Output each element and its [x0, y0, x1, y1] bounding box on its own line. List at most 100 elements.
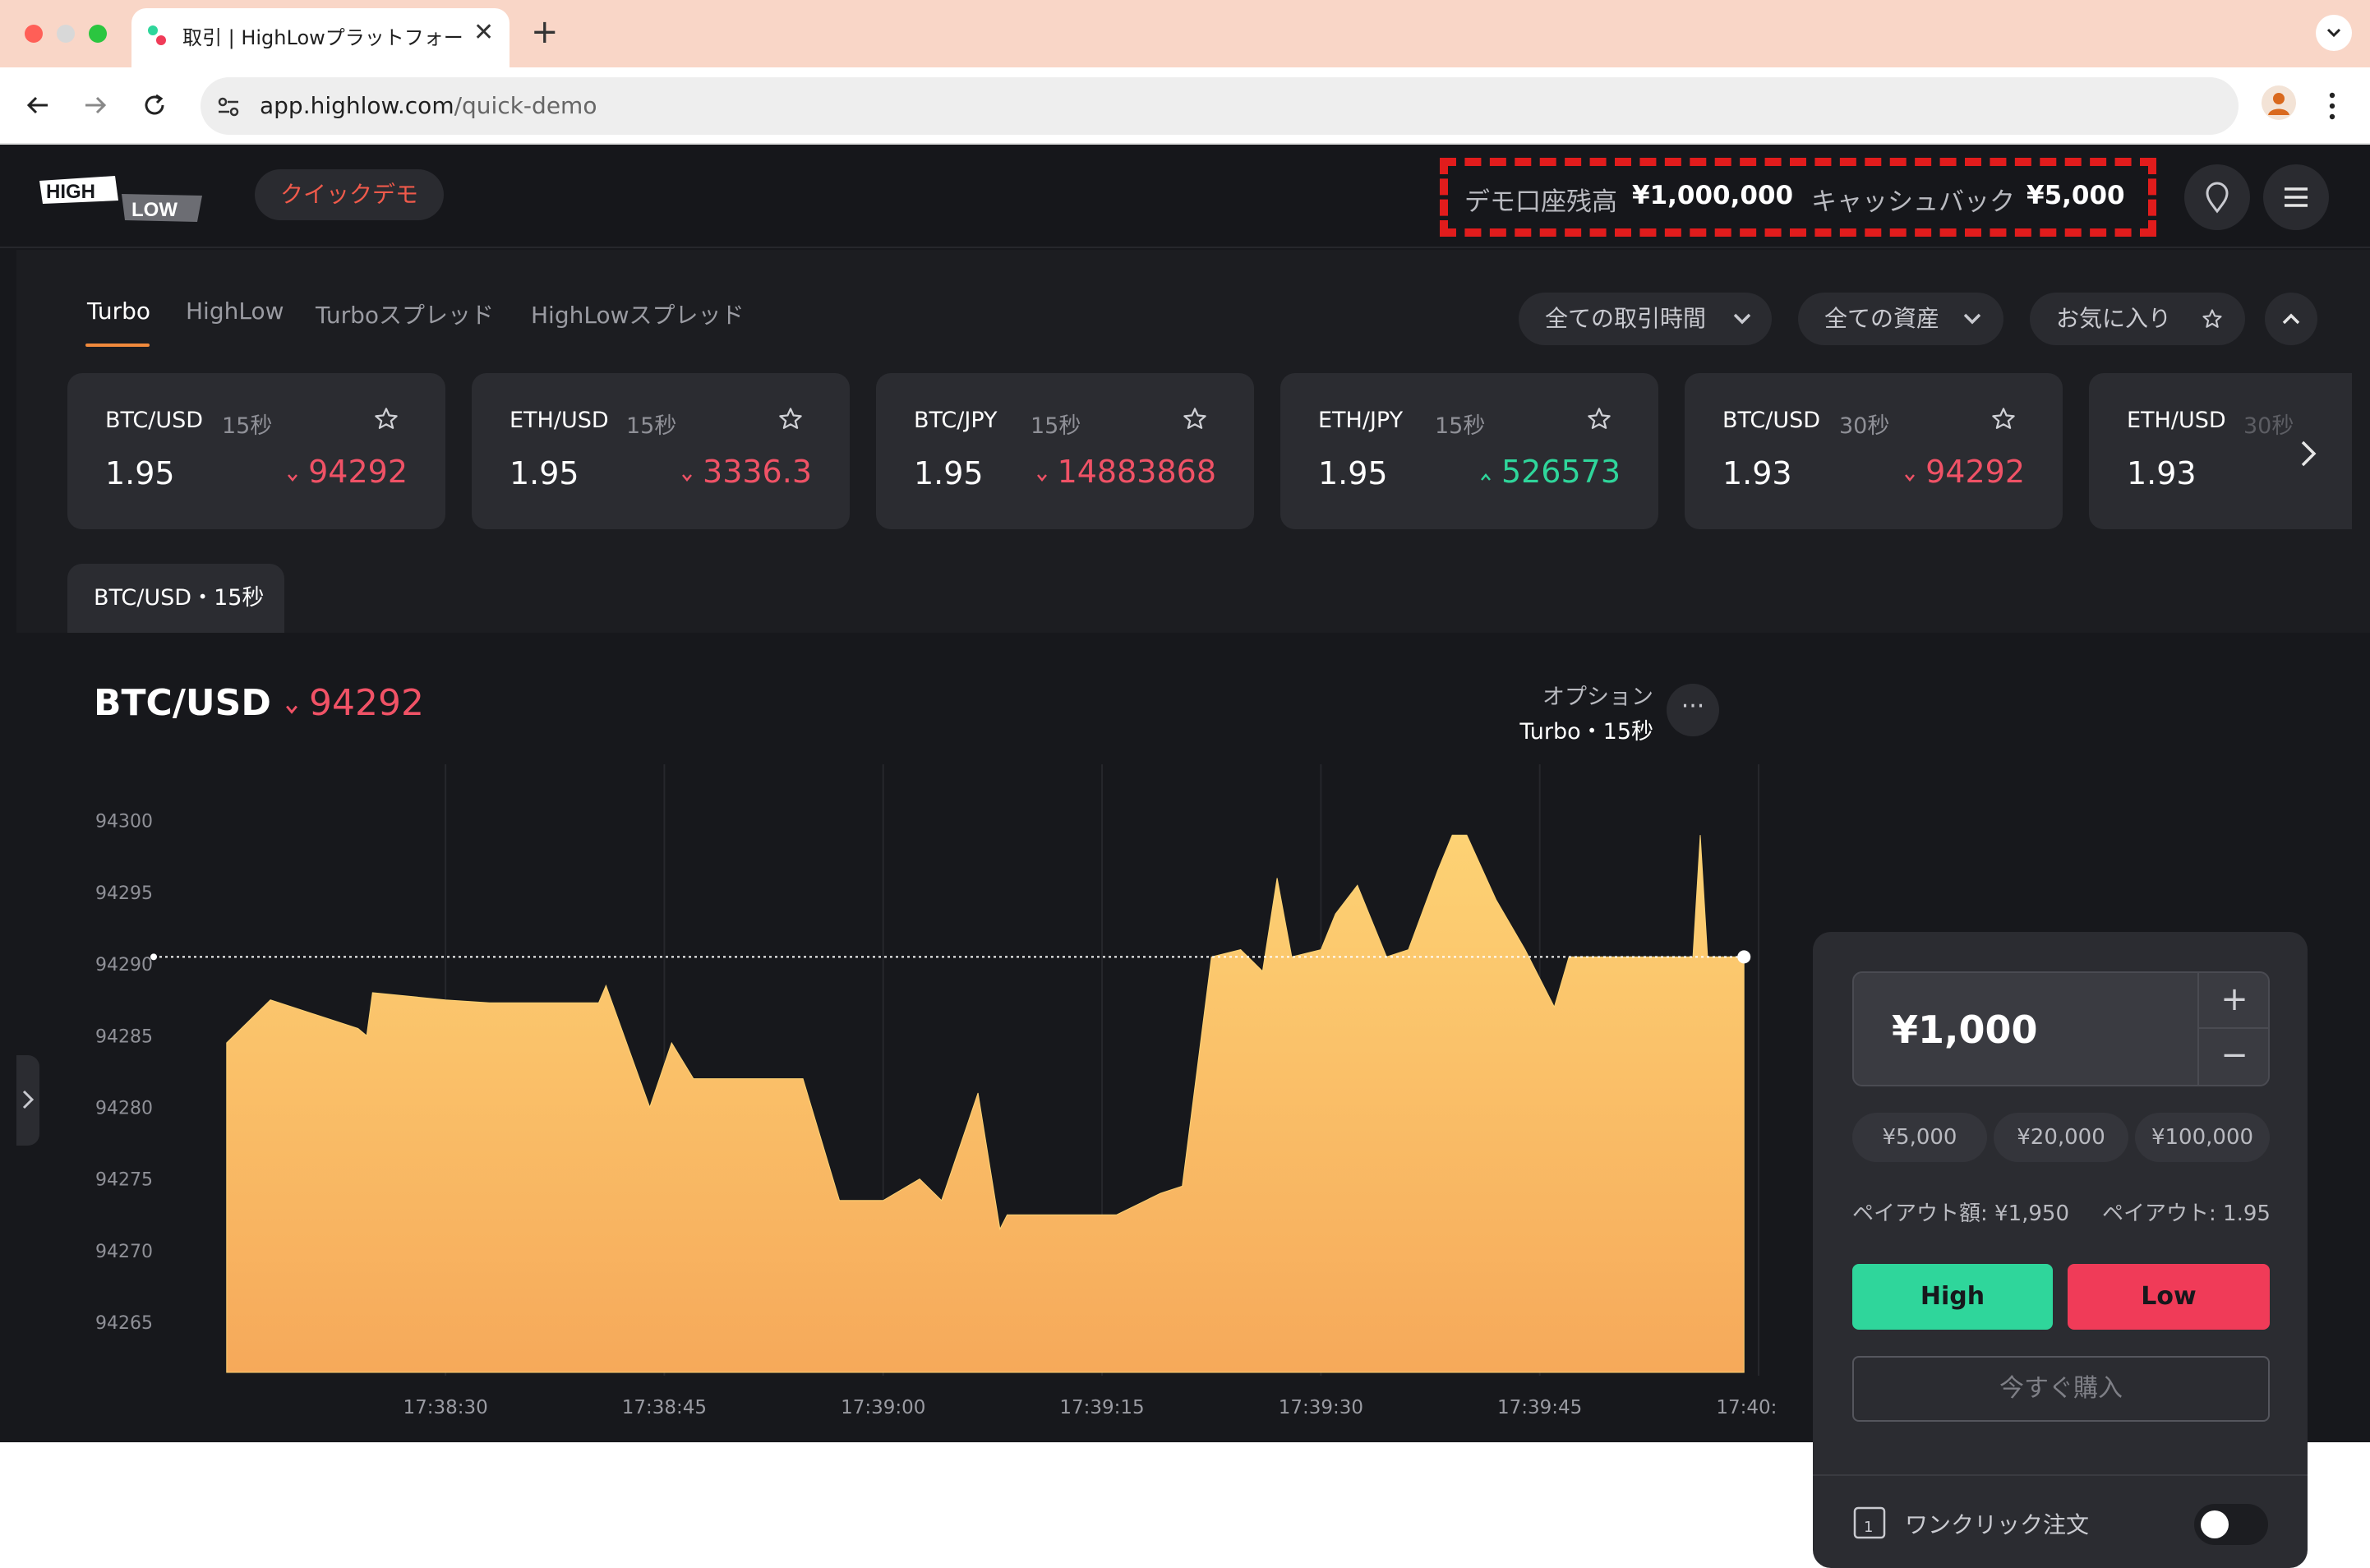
favorites-filter-label: お気に入り [2056, 305, 2172, 332]
payout-amount: ペイアウト額: ¥1,950 [1852, 1201, 2069, 1226]
y-axis-labels: 94300 94295 94290 94285 94280 94275 94270 94265 [95, 812, 153, 1334]
browser-toolbar: app.highlow.com/quick-demo [0, 67, 2370, 145]
profile-avatar[interactable] [2262, 85, 2296, 120]
amount-increase-button[interactable]: + [2197, 973, 2270, 1029]
forward-arrow-icon[interactable] [79, 89, 112, 122]
asset-card[interactable]: BTC/USD 30秒 1.93 94292 [1685, 373, 2063, 529]
trading-main: Turbo HighLow Turboスプレッド HighLowスプレッド 全て… [16, 250, 2370, 1568]
trade-time-filter[interactable]: 全ての取引時間 [1519, 293, 1772, 345]
price-down-arrow-icon [681, 454, 693, 490]
asset-name: BTC/USD [105, 408, 204, 433]
toggle-knob [2201, 1510, 2229, 1538]
highlow-app: HIGH LOW クイックデモ デモ口座残高 ¥1,000,000 キャッシュバ… [0, 145, 2370, 1568]
price-chart[interactable]: 94300 94295 94290 94285 94280 94275 94270 94265… [16, 764, 1775, 1438]
window-minimize-button[interactable] [57, 25, 75, 43]
asset-duration: 15秒 [222, 413, 273, 439]
more-options-button[interactable]: ··· [1667, 684, 1719, 736]
asset-name: BTC/JPY [914, 408, 998, 433]
reload-icon[interactable] [138, 89, 171, 122]
low-button[interactable]: Low [2068, 1264, 2270, 1330]
assets-filter[interactable]: 全ての資産 [1798, 293, 2003, 345]
chart-current-price-value: 94292 [309, 682, 424, 724]
asset-name: ETH/JPY [1318, 408, 1404, 433]
favorite-star-icon[interactable] [1584, 404, 1614, 434]
asset-card[interactable]: ETH/JPY 15秒 1.95 526573 [1280, 373, 1658, 529]
asset-price-value: 94292 [308, 454, 408, 490]
chevron-right-icon [22, 1090, 35, 1109]
asset-card[interactable]: BTC/USD 15秒 1.95 94292 [67, 373, 445, 529]
asset-duration: 30秒 [2243, 413, 2294, 439]
price-down-arrow-icon [286, 705, 297, 714]
url-text: app.highlow.com/quick-demo [260, 92, 597, 119]
price-down-arrow-icon [1036, 454, 1048, 490]
person-icon [2268, 93, 2289, 115]
location-button[interactable] [2184, 164, 2250, 230]
tab-turbo-spread[interactable]: Turboスプレッド [316, 297, 494, 330]
chevron-down-icon [1733, 313, 1751, 325]
app-header: HIGH LOW クイックデモ デモ口座残高 ¥1,000,000 キャッシュバ… [0, 145, 2370, 248]
hamburger-menu-icon [2285, 187, 2308, 207]
favorite-star-icon[interactable] [1180, 404, 1210, 434]
chevron-down-icon [2326, 28, 2341, 38]
asset-duration: 15秒 [1435, 413, 1486, 439]
y-tick-label: 94280 [95, 1098, 153, 1118]
favorite-star-icon[interactable] [371, 404, 401, 434]
price-area-series [226, 834, 1745, 1373]
high-button[interactable]: High [1852, 1264, 2053, 1330]
one-click-toggle[interactable] [2194, 1504, 2268, 1545]
browser-chrome: 取引 | HighLowプラットフォーム ✕ + app.highlow.com… [0, 0, 2370, 145]
x-tick-label: 17:38:30 [403, 1397, 487, 1418]
favorite-star-icon[interactable] [776, 404, 805, 434]
quick-demo-badge[interactable]: クイックデモ [255, 169, 444, 220]
tab-highlow[interactable]: HighLow [186, 297, 284, 325]
amount-decrease-button[interactable]: − [2197, 1029, 2270, 1085]
tab-close-icon[interactable]: ✕ [473, 18, 494, 47]
asset-card[interactable]: ETH/USD 15秒 1.95 3336.3 [472, 373, 850, 529]
x-tick-label: 17:39:00 [841, 1397, 925, 1418]
y-tick-label: 94275 [95, 1170, 153, 1191]
window-maximize-button[interactable] [89, 25, 107, 43]
one-click-icon-text: 1 [1864, 1519, 1873, 1536]
one-click-label: ワンクリック注文 [1905, 1511, 2090, 1538]
main-menu-button[interactable] [2263, 164, 2329, 230]
tab-turbo[interactable]: Turbo [87, 297, 150, 325]
back-arrow-icon[interactable] [21, 89, 54, 122]
url-path: /quick-demo [454, 92, 597, 119]
amount-input[interactable]: ¥1,000 + − [1852, 971, 2270, 1086]
asset-payout: 1.93 [1722, 455, 1792, 491]
asset-payout: 1.95 [914, 455, 984, 491]
chevron-right-icon[interactable] [2291, 437, 2324, 470]
cashback-value: ¥5,000 [2026, 181, 2125, 210]
tab-title: 取引 | HighLowプラットフォーム [182, 26, 462, 49]
highlow-logo[interactable]: HIGH LOW [39, 176, 204, 222]
demo-balance-value: ¥1,000,000 [1632, 181, 1794, 210]
tab-search-button[interactable] [2316, 15, 2352, 51]
asset-price: 94292 [287, 454, 408, 490]
asset-price: 3336.3 [681, 454, 812, 490]
x-axis-labels: 17:38:30 17:38:45 17:39:00 17:39:15 17:39:30… [403, 1397, 1775, 1418]
address-bar[interactable]: app.highlow.com/quick-demo [201, 77, 2239, 135]
window-close-button[interactable] [25, 25, 43, 43]
browser-menu-icon[interactable] [2322, 87, 2342, 125]
asset-card[interactable]: BTC/JPY 15秒 1.95 14883868 [876, 373, 1254, 529]
collapse-cards-button[interactable] [2265, 293, 2317, 345]
asset-payout: 1.93 [2127, 455, 2197, 491]
option-value: Turbo・15秒 [1519, 719, 1653, 745]
tab-highlow-spread[interactable]: HighLowスプレッド [531, 297, 745, 330]
site-settings-icon[interactable] [214, 92, 243, 122]
buy-now-button[interactable]: 今すぐ購入 [1852, 1356, 2270, 1422]
side-panel-toggle[interactable] [16, 1055, 39, 1146]
favorites-filter[interactable]: お気に入り [2030, 293, 2245, 345]
asset-payout: 1.95 [1318, 455, 1388, 491]
price-down-arrow-icon [1904, 454, 1916, 490]
y-tick-label: 94290 [95, 955, 153, 975]
preset-amount-button[interactable]: ¥5,000 [1852, 1113, 1987, 1162]
url-host: app.highlow.com [260, 92, 454, 119]
new-tab-button[interactable]: + [531, 13, 559, 51]
assets-filter-label: 全ての資産 [1824, 305, 1940, 332]
chart-asset-tab[interactable]: BTC/USD・15秒 [67, 564, 284, 633]
preset-amount-button[interactable]: ¥20,000 [1994, 1113, 2128, 1162]
favorite-star-icon[interactable] [1989, 404, 2018, 434]
preset-amount-button[interactable]: ¥100,000 [2135, 1113, 2270, 1162]
logo-low-text: LOW [131, 199, 178, 221]
